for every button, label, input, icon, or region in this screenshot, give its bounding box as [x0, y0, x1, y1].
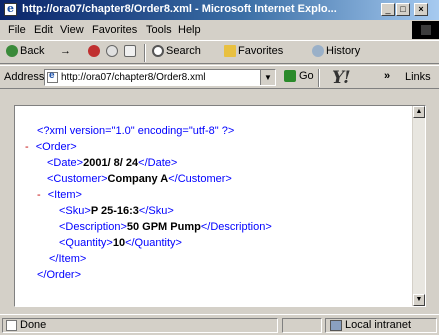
favorites-label: Favorites: [238, 45, 284, 57]
xml-open-tag: <Customer>: [47, 173, 108, 185]
go-button[interactable]: Go: [284, 70, 314, 83]
go-label: Go: [299, 70, 314, 82]
scroll-up-icon[interactable]: ▲: [413, 106, 425, 118]
status-empty-pane: [282, 318, 322, 333]
stop-button[interactable]: [88, 45, 102, 61]
menu-file[interactable]: File: [8, 24, 26, 36]
xml-value: Company A: [107, 173, 169, 185]
page-done-icon: [6, 319, 17, 331]
menu-bar: File Edit View Favorites Tools Help: [0, 21, 439, 39]
stop-icon: [88, 45, 100, 58]
xml-value: 2001/ 8/ 24: [83, 157, 139, 169]
favorites-folder-icon: [224, 45, 236, 58]
xml-line-customer: <Customer>Company A</Customer>: [47, 173, 232, 185]
forward-button[interactable]: →: [60, 45, 71, 61]
window-title: http://ora07/chapter8/Order8.xml - Micro…: [22, 3, 337, 15]
search-icon: [152, 45, 164, 58]
xml-value: P 25-16:3: [90, 205, 139, 217]
ie-logo-icon: [4, 2, 17, 16]
xml-value: 10: [112, 237, 126, 249]
refresh-icon: [106, 45, 118, 58]
go-arrow-icon: [284, 70, 296, 83]
history-button[interactable]: History: [312, 45, 360, 61]
back-button[interactable]: Back: [6, 45, 44, 61]
history-icon: [312, 45, 324, 58]
xml-line-quantity: <Quantity>10</Quantity>: [59, 237, 182, 249]
menu-help[interactable]: Help: [178, 24, 201, 36]
back-arrow-icon: [6, 45, 18, 58]
address-label: Address: [4, 71, 45, 83]
links-label[interactable]: Links: [405, 71, 431, 83]
minimize-button[interactable]: _: [381, 3, 395, 16]
xml-document: <?xml version="1.0" encoding="utf-8" ?> …: [15, 106, 413, 306]
xml-value: 50 GPM Pump: [126, 221, 201, 233]
vertical-scrollbar[interactable]: ▲ ▼: [412, 106, 425, 306]
menu-edit[interactable]: Edit: [34, 24, 53, 36]
page-icon: [47, 70, 58, 83]
browser-window: http://ora07/chapter8/Order8.xml - Micro…: [0, 0, 439, 334]
address-separator: [318, 69, 320, 87]
security-zone-text: Local intranet: [345, 319, 412, 331]
windows-logo-icon: [412, 21, 439, 39]
refresh-button[interactable]: [106, 45, 120, 61]
address-input[interactable]: http://ora07/chapter8/Order8.xml ▼: [44, 69, 276, 86]
search-button[interactable]: Search: [152, 45, 201, 61]
close-button[interactable]: ×: [414, 3, 428, 16]
xml-line-order-open: - <Order>: [25, 141, 77, 153]
xml-line-item-close: </Item>: [49, 253, 87, 265]
xml-close-tag: </Description>: [200, 221, 272, 233]
home-icon: [124, 45, 136, 58]
xml-open-tag: <Date>: [47, 157, 84, 169]
scroll-down-icon[interactable]: ▼: [413, 294, 425, 306]
document-viewport: <?xml version="1.0" encoding="utf-8" ?> …: [14, 105, 426, 307]
title-bar[interactable]: http://ora07/chapter8/Order8.xml - Micro…: [0, 0, 439, 20]
xml-close-tag: </Sku>: [138, 205, 174, 217]
standard-toolbar: Back → Search Favorites History: [0, 40, 439, 64]
xml-open-tag: <Quantity>: [59, 237, 113, 249]
favorites-button[interactable]: Favorites: [224, 45, 283, 61]
xml-open-tag: <Sku>: [59, 205, 91, 217]
xml-line-description: <Description>50 GPM Pump</Description>: [59, 221, 272, 233]
xml-line-date: <Date>2001/ 8/ 24</Date>: [47, 157, 177, 169]
history-label: History: [326, 45, 361, 57]
search-label: Search: [166, 45, 201, 57]
xml-line-order-close: </Order>: [37, 269, 82, 281]
menu-favorites[interactable]: Favorites: [92, 24, 137, 36]
xml-declaration: <?xml version="1.0" encoding="utf-8" ?>: [37, 125, 235, 137]
maximize-button[interactable]: □: [396, 3, 410, 16]
address-bar: Address http://ora07/chapter8/Order8.xml…: [0, 65, 439, 89]
xml-close-tag: </Date>: [138, 157, 178, 169]
toolbar-chevron[interactable]: »: [384, 70, 390, 82]
xml-open-tag: <Item>: [47, 189, 82, 201]
toolbar-separator: [144, 44, 146, 62]
local-intranet-icon: [330, 319, 342, 331]
xml-line-sku: <Sku>P 25-16:3</Sku>: [59, 205, 174, 217]
collapse-toggle[interactable]: -: [25, 141, 32, 153]
status-text: Done: [20, 319, 47, 331]
yahoo-companion-logo[interactable]: Y!: [332, 68, 366, 88]
xml-close-tag: </Quantity>: [125, 237, 182, 249]
address-dropdown-icon[interactable]: ▼: [260, 70, 275, 85]
collapse-toggle[interactable]: -: [37, 189, 44, 201]
menu-tools[interactable]: Tools: [146, 24, 172, 36]
xml-open-tag: <Order>: [35, 141, 77, 153]
xml-open-tag: <Description>: [59, 221, 127, 233]
xml-line-item-open: - <Item>: [37, 189, 82, 201]
status-bar: Done Local intranet: [0, 314, 439, 335]
back-label: Back: [20, 45, 45, 57]
address-url: http://ora07/chapter8/Order8.xml: [61, 72, 206, 83]
status-text-pane: Done: [2, 318, 278, 333]
menu-view[interactable]: View: [60, 24, 84, 36]
xml-close-tag: </Customer>: [168, 173, 232, 185]
security-zone-pane: Local intranet: [325, 318, 437, 333]
home-button[interactable]: [124, 45, 138, 61]
